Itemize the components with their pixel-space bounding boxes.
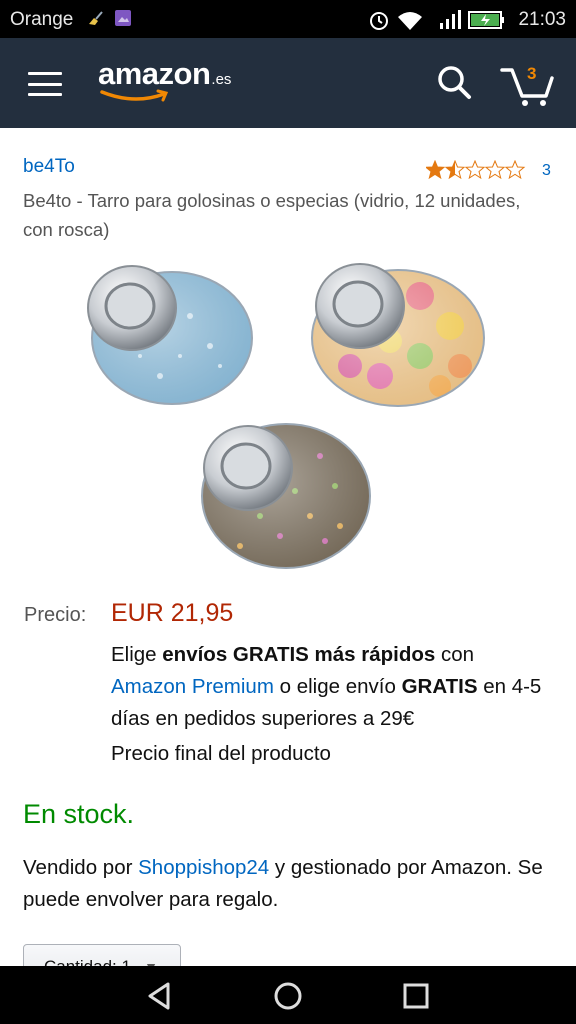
jar-sprinkles: [201, 423, 371, 569]
star-empty-icon: [504, 159, 526, 180]
home-icon[interactable]: [272, 980, 304, 1012]
recents-icon[interactable]: [400, 980, 432, 1012]
jar-gummies: [311, 263, 485, 407]
back-icon[interactable]: [144, 980, 176, 1012]
wifi-icon: [396, 9, 424, 36]
star-empty-icon: [484, 159, 506, 180]
star-empty-icon: [464, 159, 486, 180]
product-title: Be4to - Tarro para golosinas o especias …: [23, 190, 521, 240]
star-half-icon: [444, 159, 466, 180]
stock-status: En stock.: [23, 799, 135, 829]
logo-tld: .es: [211, 71, 232, 88]
star-icon: [424, 159, 446, 180]
broom-icon: [86, 9, 104, 32]
amazon-premium-link[interactable]: Amazon Premium: [111, 675, 274, 698]
product-page: be4To 3 Be4to - Tarro para golosinas o e…: [0, 128, 576, 966]
clock: 21:03: [518, 9, 566, 30]
rating-stars[interactable]: [424, 159, 526, 185]
shipping-bold: envíos GRATIS más rápidos: [162, 643, 436, 666]
menu-icon[interactable]: [28, 72, 62, 96]
quantity-select[interactable]: Cantidad: 1 ▼: [23, 944, 181, 966]
battery-charging-icon: [468, 9, 506, 36]
seller-link[interactable]: Shoppishop24: [138, 856, 269, 879]
price-label: Precio:: [24, 604, 87, 626]
carrier-name: Orange: [10, 9, 74, 30]
shipping-text: con: [435, 643, 475, 666]
amazon-logo[interactable]: amazon.es: [98, 56, 231, 102]
product-image[interactable]: [80, 256, 500, 576]
shipping-info: Elige envíos GRATIS más rápidos con Amaz…: [111, 639, 551, 735]
shipping-bold: GRATIS: [401, 675, 478, 698]
review-count-link[interactable]: 3: [542, 162, 551, 180]
final-price-note: Precio final del producto: [111, 742, 331, 765]
chevron-down-icon: ▼: [144, 959, 158, 966]
logo-word: amazon: [98, 56, 211, 91]
cart-count-badge: 3: [527, 64, 537, 83]
shipping-text: o elige envío: [273, 675, 402, 698]
status-bar: Orange 21:03: [0, 0, 576, 38]
shipping-text: Elige: [111, 643, 163, 666]
brand-link[interactable]: be4To: [23, 156, 75, 178]
quantity-label: Cantidad: 1: [44, 957, 131, 966]
app-header: amazon.es 3: [0, 38, 576, 128]
signal-icon: [438, 9, 462, 36]
alarm-icon: [368, 9, 390, 36]
seller-info: Vendido por Shoppishop24 y gestionado po…: [23, 852, 553, 916]
gallery-icon: [114, 9, 132, 32]
cart-button[interactable]: 3: [498, 60, 558, 108]
system-nav-bar: [0, 966, 576, 1024]
price-value: EUR 21,95: [111, 599, 234, 627]
jar-blue: [87, 265, 253, 405]
smile-icon: [100, 89, 169, 102]
search-icon[interactable]: [434, 62, 474, 102]
seller-text: Vendido por: [23, 856, 139, 879]
